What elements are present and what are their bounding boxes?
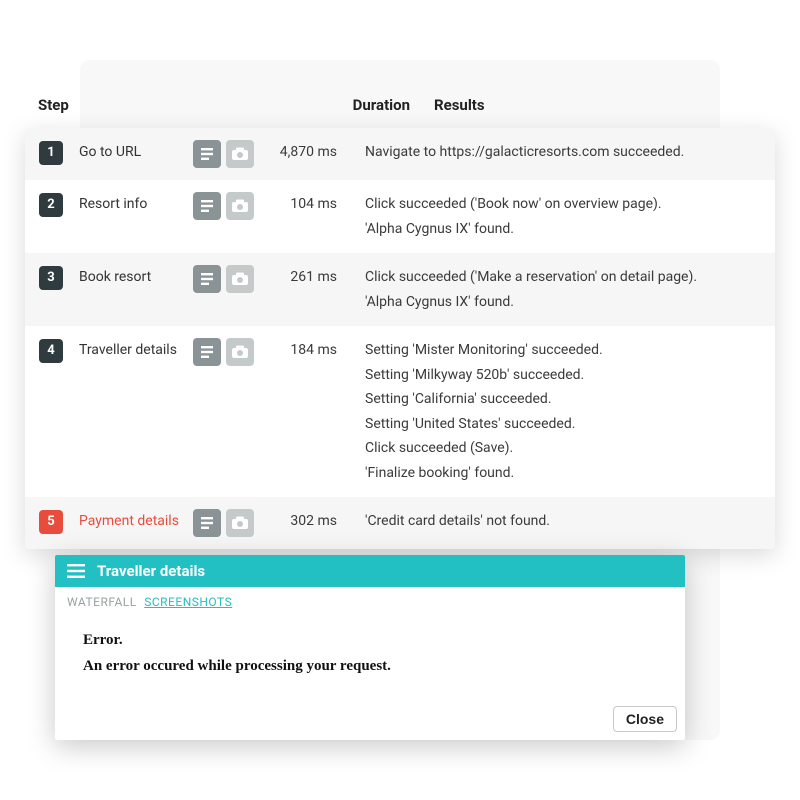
step-name: Payment details <box>63 509 193 534</box>
popup-footer: Close <box>55 700 685 740</box>
camera-icon[interactable] <box>226 338 254 366</box>
table-row[interactable]: 4Traveller details184 msSetting 'Mister … <box>25 326 775 497</box>
result-line: Navigate to https://galacticresorts.com … <box>365 140 761 165</box>
result-line: Setting 'Mister Monitoring' succeeded. <box>365 338 761 363</box>
popup-body: Error. An error occured while processing… <box>55 613 685 700</box>
camera-icon[interactable] <box>226 140 254 168</box>
result-line: Click succeeded ('Make a reservation' on… <box>365 265 761 290</box>
table-row[interactable]: 2Resort info 104 ms Click succeeded ('Book… <box>25 180 775 253</box>
step-icons <box>193 265 257 293</box>
tab-waterfall[interactable]: WATERFALL <box>67 595 137 609</box>
steps-header: Step Duration Results <box>38 96 778 114</box>
popup-header: Traveller details <box>55 555 685 587</box>
result-line: Setting 'United States' succeeded. <box>365 412 761 437</box>
table-row[interactable]: 1Go to URL 4,870 ms Navigate to https://ga… <box>25 128 775 180</box>
log-icon[interactable] <box>193 338 221 366</box>
step-icons <box>193 338 257 366</box>
table-row[interactable]: 5Payment details 302 ms 'Credit card detai… <box>25 497 775 549</box>
camera-icon[interactable] <box>226 192 254 220</box>
result-line: Setting 'California' succeeded. <box>365 387 761 412</box>
step-name: Resort info <box>63 192 193 217</box>
step-icons <box>193 140 257 168</box>
log-icon[interactable] <box>193 265 221 293</box>
steps-table: 1Go to URL 4,870 ms Navigate to https://ga… <box>25 128 775 549</box>
step-results: 'Credit card details' not found. <box>345 509 761 534</box>
step-duration: 261 ms <box>257 265 345 290</box>
result-line: Setting 'Milkyway 520b' succeeded. <box>365 363 761 388</box>
step-number-badge: 3 <box>39 266 63 290</box>
camera-icon[interactable] <box>226 509 254 537</box>
step-results: Navigate to https://galacticresorts.com … <box>345 140 761 165</box>
header-results: Results <box>410 96 778 114</box>
menu-icon[interactable] <box>67 564 85 578</box>
step-results: Setting 'Mister Monitoring' succeeded.Se… <box>345 338 761 485</box>
step-duration: 4,870 ms <box>257 140 345 165</box>
result-line: 'Credit card details' not found. <box>365 509 761 534</box>
result-line: Click succeeded (Save). <box>365 436 761 461</box>
step-name: Go to URL <box>63 140 193 165</box>
step-icons <box>193 192 257 220</box>
error-title: Error. <box>83 627 657 653</box>
step-results: Click succeeded ('Book now' on overview … <box>345 192 761 241</box>
step-number-badge: 4 <box>39 339 63 363</box>
step-number-badge: 2 <box>39 193 63 217</box>
log-icon[interactable] <box>193 192 221 220</box>
step-icons <box>193 509 257 537</box>
result-line: 'Alpha Cygnus IX' found. <box>365 290 761 315</box>
step-duration: 302 ms <box>257 509 345 534</box>
table-row[interactable]: 3Book resort 261 ms Click succeeded ('Make… <box>25 253 775 326</box>
log-icon[interactable] <box>193 509 221 537</box>
step-number-badge: 5 <box>39 510 63 534</box>
camera-icon[interactable] <box>226 265 254 293</box>
step-duration: 184 ms <box>257 338 345 363</box>
log-icon[interactable] <box>193 140 221 168</box>
popup-tabs: WATERFALL SCREENSHOTS <box>55 587 685 613</box>
step-results: Click succeeded ('Make a reservation' on… <box>345 265 761 314</box>
result-line: 'Alpha Cygnus IX' found. <box>365 217 761 242</box>
step-name: Book resort <box>63 265 193 290</box>
result-line: 'Finalize booking' found. <box>365 461 761 486</box>
step-details-popup: Traveller details WATERFALL SCREENSHOTS … <box>55 555 685 740</box>
result-line: Click succeeded ('Book now' on overview … <box>365 192 761 217</box>
step-number-badge: 1 <box>39 141 63 165</box>
header-step: Step <box>38 96 228 114</box>
step-name: Traveller details <box>63 338 193 363</box>
header-duration: Duration <box>330 96 410 114</box>
popup-title: Traveller details <box>97 562 205 580</box>
tab-screenshots[interactable]: SCREENSHOTS <box>144 595 232 609</box>
close-button[interactable]: Close <box>613 706 677 732</box>
step-duration: 104 ms <box>257 192 345 217</box>
error-message: An error occured while processing your r… <box>83 653 657 679</box>
